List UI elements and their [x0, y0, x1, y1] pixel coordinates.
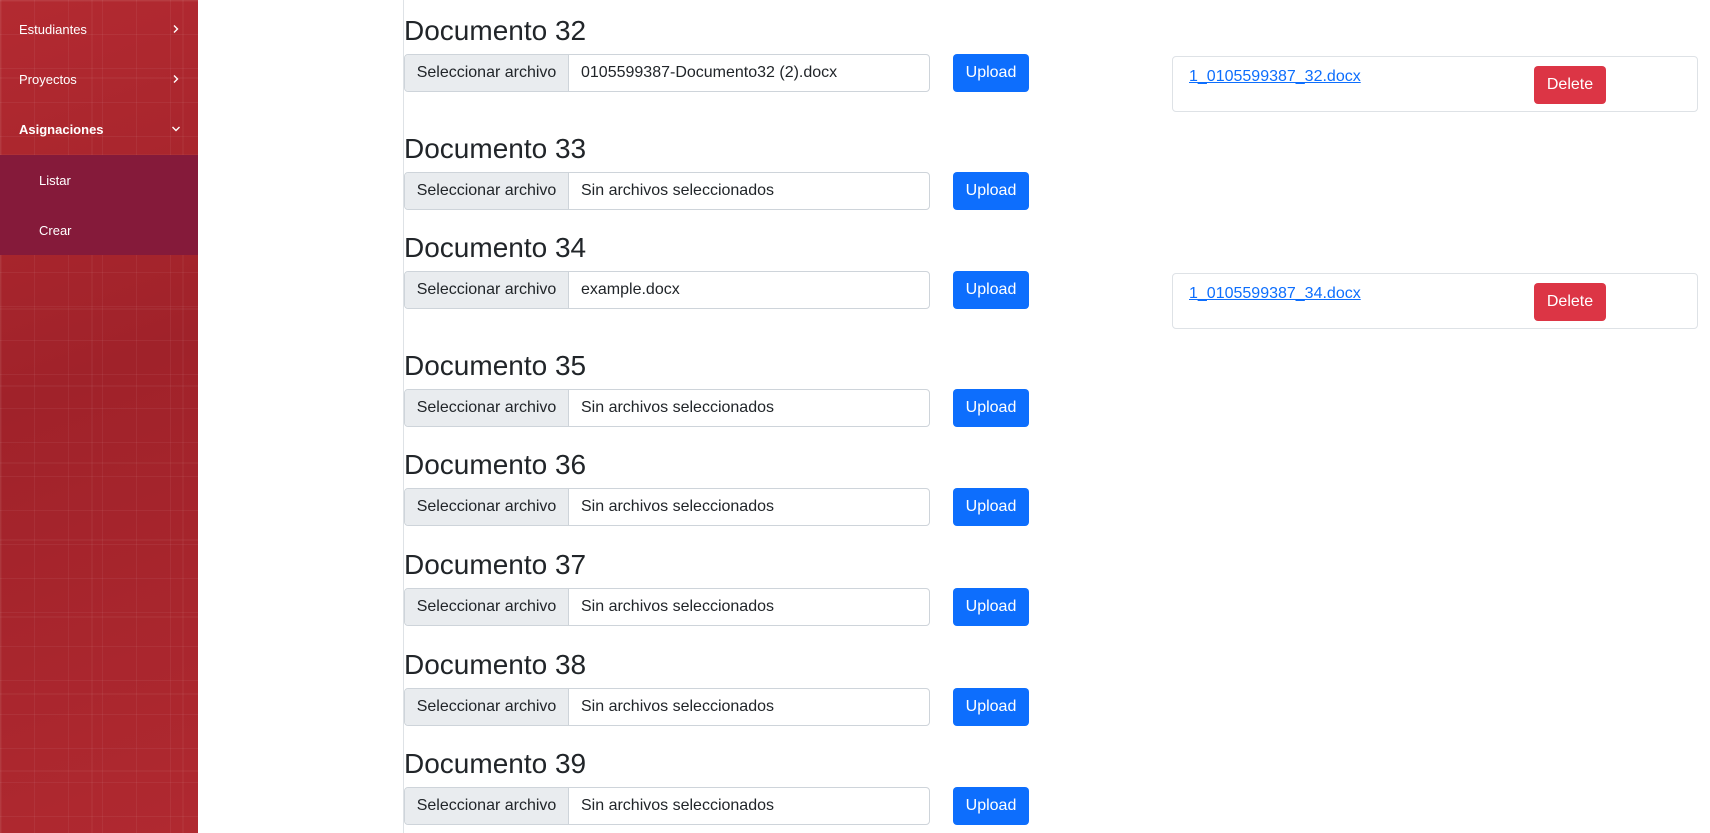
sidebar-item-asignaciones[interactable]: Asignaciones	[0, 104, 198, 154]
selected-file-name: 0105599387-Documento32 (2).docx	[581, 64, 838, 81]
document-title: Documento 35	[404, 350, 587, 381]
submenu-item-label: Crear	[39, 222, 72, 238]
choose-file-button[interactable]: Seleccionar archivo	[405, 489, 569, 525]
document-title: Documento 32	[404, 15, 587, 46]
selected-file-name: Sin archivos seleccionados	[581, 498, 774, 515]
upload-button[interactable]: Upload	[953, 588, 1029, 626]
document-title: Documento 37	[404, 549, 587, 580]
file-input[interactable]: Seleccionar archivo Sin archivos selecci…	[404, 488, 930, 526]
choose-file-button[interactable]: Seleccionar archivo	[405, 589, 569, 625]
selected-file-name: Sin archivos seleccionados	[581, 698, 774, 715]
choose-file-button[interactable]: Seleccionar archivo	[405, 689, 569, 725]
submenu-item-listar[interactable]: Listar	[0, 155, 198, 205]
upload-button[interactable]: Upload	[953, 688, 1029, 726]
choose-file-button[interactable]: Seleccionar archivo	[405, 788, 569, 824]
file-input[interactable]: Seleccionar archivo Sin archivos selecci…	[404, 172, 930, 210]
sidebar-item-estudiantes[interactable]: Estudiantes	[0, 4, 198, 54]
submenu-item-crear[interactable]: Crear	[0, 205, 198, 255]
sidebar-item-label: Proyectos	[19, 71, 77, 87]
selected-file-name: Sin archivos seleccionados	[581, 182, 774, 199]
upload-button[interactable]: Upload	[953, 54, 1029, 92]
file-input[interactable]: Seleccionar archivo example.docx	[404, 271, 930, 309]
uploaded-file-card: 1_0105599387_34.docx Delete	[1172, 273, 1698, 329]
choose-file-button[interactable]: Seleccionar archivo	[405, 390, 569, 426]
choose-file-button[interactable]: Seleccionar archivo	[405, 272, 569, 308]
choose-file-button[interactable]: Seleccionar archivo	[405, 55, 569, 91]
upload-button[interactable]: Upload	[953, 389, 1029, 427]
upload-button[interactable]: Upload	[953, 787, 1029, 825]
upload-button[interactable]: Upload	[953, 172, 1029, 210]
chevron-down-icon	[170, 123, 182, 135]
sidebar-item-label: Asignaciones	[19, 121, 104, 137]
choose-file-button[interactable]: Seleccionar archivo	[405, 173, 569, 209]
upload-button[interactable]: Upload	[953, 488, 1029, 526]
uploaded-file-link[interactable]: 1_0105599387_32.docx	[1189, 68, 1361, 86]
submenu-item-label: Listar	[39, 172, 71, 188]
delete-button[interactable]: Delete	[1534, 283, 1606, 321]
uploaded-file-card: 1_0105599387_32.docx Delete	[1172, 56, 1698, 112]
document-title: Documento 33	[404, 133, 587, 164]
chevron-right-icon	[170, 23, 182, 35]
selected-file-name: Sin archivos seleccionados	[581, 797, 774, 814]
uploaded-file-link[interactable]: 1_0105599387_34.docx	[1189, 285, 1361, 303]
sidebar-item-proyectos[interactable]: Proyectos	[0, 54, 198, 104]
file-input[interactable]: Seleccionar archivo Sin archivos selecci…	[404, 389, 930, 427]
chevron-right-icon	[170, 73, 182, 85]
document-title: Documento 39	[404, 748, 587, 779]
document-title: Documento 36	[404, 449, 587, 480]
upload-button[interactable]: Upload	[953, 271, 1029, 309]
asignaciones-submenu: Listar Crear	[0, 155, 198, 255]
file-input[interactable]: Seleccionar archivo Sin archivos selecci…	[404, 787, 930, 825]
sidebar-item-label: Estudiantes	[19, 21, 87, 37]
file-input[interactable]: Seleccionar archivo Sin archivos selecci…	[404, 688, 930, 726]
delete-button[interactable]: Delete	[1534, 66, 1606, 104]
file-input[interactable]: Seleccionar archivo Sin archivos selecci…	[404, 588, 930, 626]
document-title: Documento 38	[404, 649, 587, 680]
file-input[interactable]: Seleccionar archivo 0105599387-Documento…	[404, 54, 930, 92]
document-title: Documento 34	[404, 232, 587, 263]
selected-file-name: Sin archivos seleccionados	[581, 399, 774, 416]
sidebar: Estudiantes Proyectos Asignaciones Lista…	[0, 0, 198, 833]
selected-file-name: example.docx	[581, 281, 680, 298]
selected-file-name: Sin archivos seleccionados	[581, 598, 774, 615]
